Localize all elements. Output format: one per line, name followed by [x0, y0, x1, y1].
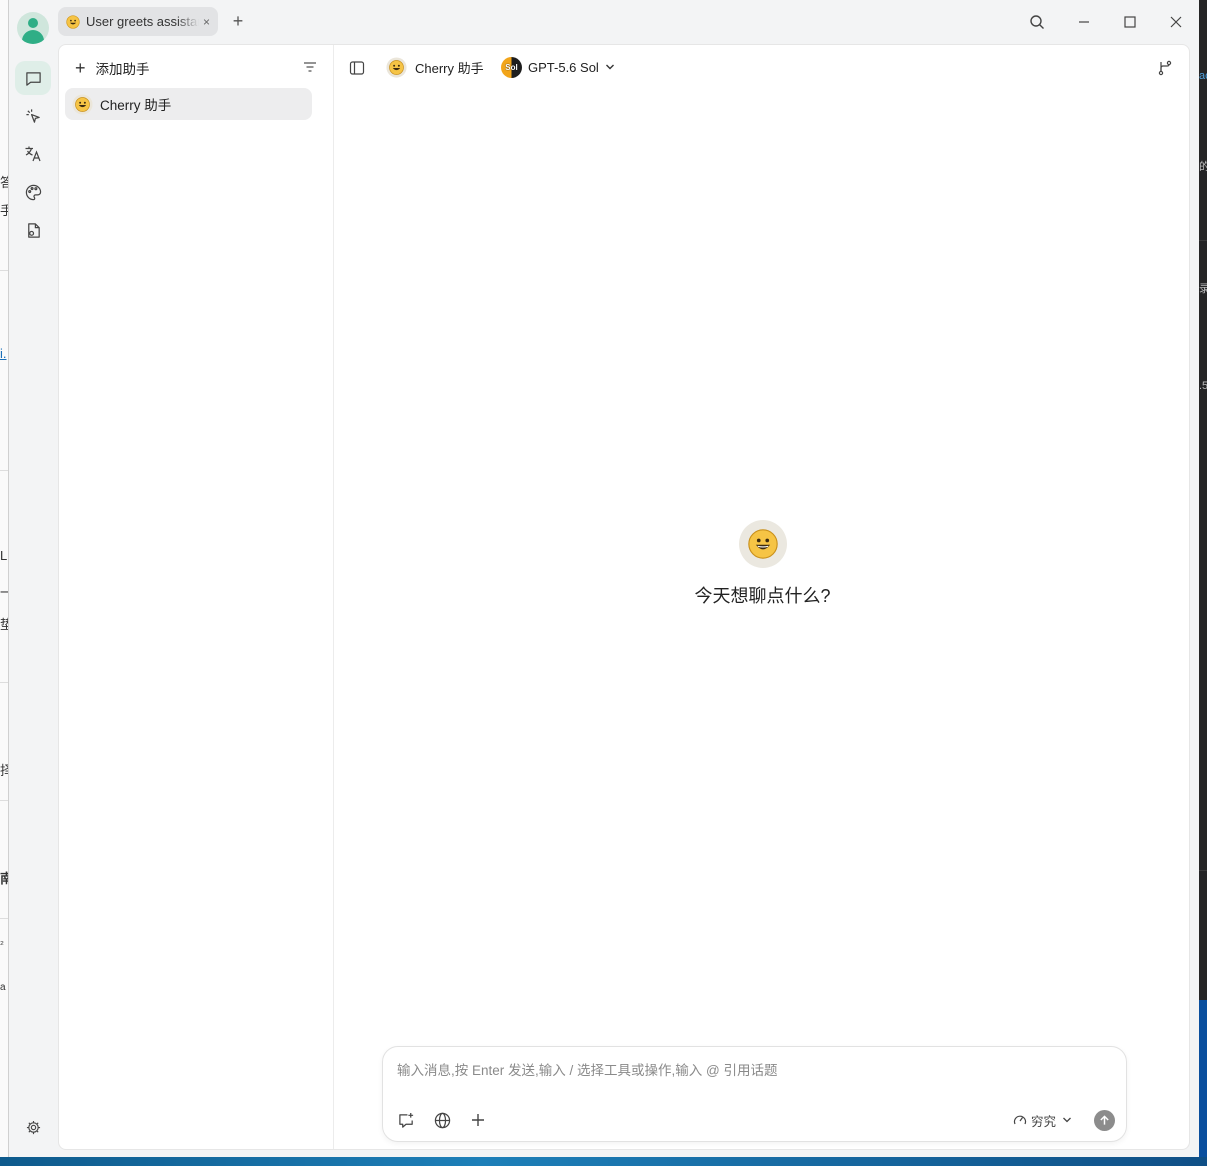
- assistant-sidebar: + 添加助手 Cherry 助手: [59, 45, 334, 1149]
- more-tools-button[interactable]: [467, 1109, 489, 1131]
- nav-rail: [9, 44, 58, 1157]
- message-input[interactable]: [397, 1059, 1107, 1089]
- welcome-greeting: 今天想聊点什么?: [694, 586, 831, 606]
- tab-conversation[interactable]: User greets assistant ×: [58, 7, 218, 36]
- new-topic-icon: [398, 1112, 413, 1128]
- git-branch-icon[interactable]: [1157, 60, 1173, 76]
- new-tab-button[interactable]: +: [229, 11, 247, 33]
- app-window: User greets assistant × + + 添加助手 Cherry …: [9, 0, 1199, 1157]
- plus-icon: +: [75, 58, 86, 78]
- translate-icon: [25, 146, 41, 162]
- file-icon: [27, 222, 40, 238]
- assistant-name: Cherry 助手: [100, 98, 172, 113]
- bg-fragment: ac: [1199, 70, 1207, 82]
- background-desktop: [1199, 1000, 1207, 1158]
- nav-chat[interactable]: [15, 61, 51, 95]
- sparkle-cursor-icon: [25, 108, 40, 123]
- reasoning-effort-selector[interactable]: 穷究: [1013, 1111, 1076, 1129]
- nav-files[interactable]: [15, 213, 51, 247]
- minimize-button[interactable]: [1072, 10, 1096, 34]
- grinning-face-icon: [747, 529, 778, 559]
- search-icon: [1030, 15, 1044, 29]
- nav-translate[interactable]: [15, 137, 51, 171]
- model-selector[interactable]: Sol GPT-5.6 Sol: [501, 55, 615, 79]
- maximize-button[interactable]: [1118, 10, 1142, 34]
- tab-close-button[interactable]: ×: [203, 15, 210, 29]
- os-taskbar: [0, 1157, 1207, 1166]
- bg-fragment: .5: [1199, 380, 1207, 392]
- nav-settings[interactable]: [15, 1110, 51, 1144]
- gauge-icon: [1013, 1115, 1027, 1125]
- bg-fragment: 一: [0, 582, 8, 601]
- close-window-button[interactable]: [1164, 10, 1188, 34]
- web-search-button[interactable]: [431, 1109, 453, 1131]
- grinning-face-icon: [66, 14, 80, 29]
- bg-fragment: ₂: [0, 936, 4, 947]
- message-composer: 穷究: [382, 1046, 1127, 1142]
- bg-fragment: 垫: [0, 614, 8, 633]
- title-bar: User greets assistant × +: [9, 0, 1199, 44]
- user-avatar[interactable]: [17, 12, 49, 44]
- model-name: GPT-5.6 Sol: [528, 59, 599, 75]
- assistant-list-item[interactable]: Cherry 助手: [65, 88, 312, 120]
- reasoning-effort-label: 穷究: [1031, 1114, 1057, 1129]
- bg-fragment: 的: [1199, 161, 1207, 173]
- globe-icon: [434, 1112, 450, 1128]
- minimize-icon: [1079, 21, 1089, 23]
- current-assistant-name: Cherry 助手: [415, 60, 484, 76]
- nav-agents[interactable]: [15, 99, 51, 133]
- nav-paintings[interactable]: [15, 175, 51, 209]
- model-logo-text: Sol: [505, 62, 518, 72]
- bg-fragment: 南: [0, 868, 8, 887]
- welcome-section: 今天想聊点什么?: [334, 520, 1189, 608]
- chevron-down-icon: [605, 64, 614, 70]
- background-window-left: 答 手 i. L 一 垫 择 南 ₂ a: [0, 0, 9, 1166]
- main-panel: + 添加助手 Cherry 助手 Cherry 助手 Sol GPT-5.6 S…: [58, 44, 1190, 1150]
- bg-fragment: i.: [0, 346, 7, 361]
- bg-fragment: 录: [1199, 283, 1207, 295]
- grinning-face-icon: [386, 56, 407, 78]
- add-assistant-label: 添加助手: [95, 62, 150, 77]
- gear-icon: [26, 1120, 40, 1134]
- send-button[interactable]: [1094, 1110, 1115, 1131]
- new-topic-button[interactable]: [395, 1109, 417, 1131]
- sidebar-toggle-icon[interactable]: [349, 60, 365, 76]
- palette-icon: [25, 184, 41, 200]
- chat-bubble-icon: [25, 71, 41, 86]
- close-icon: [1170, 16, 1182, 28]
- add-assistant-button[interactable]: + 添加助手: [75, 57, 150, 79]
- arrow-up-icon: [1100, 1115, 1109, 1125]
- bg-fragment: 手: [0, 200, 8, 219]
- chat-header: Cherry 助手 Sol GPT-5.6 Sol: [334, 45, 1189, 91]
- bg-fragment: L: [0, 548, 8, 563]
- maximize-icon: [1124, 16, 1136, 28]
- assistant-avatar: [738, 520, 787, 568]
- grinning-face-icon: [72, 93, 93, 115]
- background-window-right: ac 的 录 .5: [1199, 0, 1207, 1000]
- chevron-down-icon: [1063, 1117, 1071, 1123]
- search-button[interactable]: [1025, 10, 1049, 34]
- tab-label: User greets assistant: [86, 14, 199, 29]
- model-logo-icon: Sol: [501, 56, 522, 78]
- filter-icon[interactable]: [302, 59, 318, 75]
- bg-fragment: 择: [0, 760, 8, 779]
- bg-fragment: 答: [0, 172, 8, 191]
- bg-fragment: a: [0, 982, 6, 993]
- current-assistant-button[interactable]: Cherry 助手: [386, 55, 484, 79]
- plus-icon: [472, 1114, 484, 1126]
- chat-area: Cherry 助手 Sol GPT-5.6 Sol 今天想聊点什么? 输入消息,…: [334, 45, 1189, 1149]
